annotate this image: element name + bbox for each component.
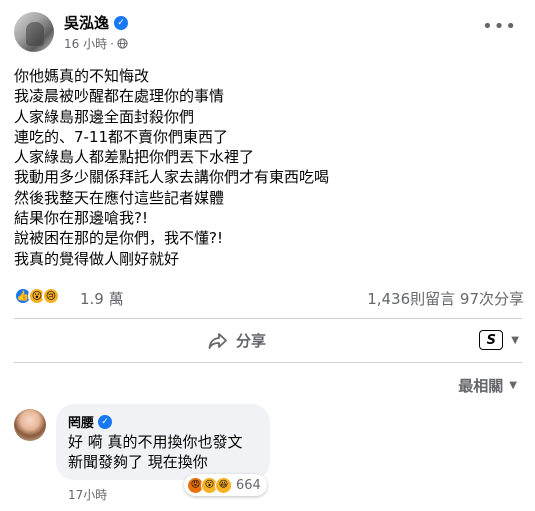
share-icon [208, 332, 227, 349]
post-body: 你他媽真的不知悔改 我凌晨被吵醒都在處理你的事情 人家綠島那邊全面封殺你們 連吃… [14, 66, 519, 269]
more-options-icon[interactable]: ••• [482, 18, 517, 36]
comment-time[interactable]: 17小時 [68, 486, 107, 503]
profile-badge-icon: S [479, 330, 504, 350]
meta-separator: · [110, 36, 114, 51]
globe-icon [117, 38, 128, 49]
post-header: 吳泓逸 ✓ 16 小時 · ••• [0, 0, 535, 60]
comment-author[interactable]: 罔腰 [68, 412, 94, 431]
post-line: 說被困在那的是你們，我不懂?! [14, 229, 223, 248]
post-line: 你他媽真的不知悔改 [14, 67, 150, 85]
reactions-row: 👍 😮 😢 1.9 萬 1,436則留言 97次分享 [14, 287, 524, 309]
post-line: 連吃的、7-11都不賣你們東西了 [14, 127, 229, 146]
caret-down-icon: ▼ [511, 334, 519, 346]
comment-bubble: 罔腰 ✓ 好 嗬 真的不用換你也發文 新聞發夠了 現在換你 [56, 404, 270, 480]
comment-author-row: 罔腰 ✓ [68, 412, 113, 431]
share-label: 分享 [236, 332, 267, 350]
action-bar: 分享 S ▼ [0, 318, 535, 362]
post-line: 我凌晨被吵醒都在處理你的事情 [14, 87, 225, 106]
comment-reaction-count: 664 [236, 477, 261, 493]
comment-text-line: 新聞發夠了 現在換你 [68, 453, 208, 471]
share-button[interactable]: 分享 [208, 330, 266, 351]
haha-icon: 😆 [215, 476, 232, 494]
author-avatar[interactable] [14, 12, 54, 52]
audience-selector-button[interactable]: S ▼ [479, 330, 519, 350]
post-time[interactable]: 16 小時 [64, 35, 107, 52]
reaction-count[interactable]: 1.9 萬 [80, 288, 124, 309]
post-meta: 16 小時 · [64, 35, 128, 52]
sad-icon: 😢 [42, 287, 60, 305]
comment-share-count[interactable]: 1,436則留言 97次分享 [367, 288, 524, 309]
commenter-avatar[interactable] [14, 409, 46, 441]
caret-down-icon: ▼ [509, 380, 517, 391]
reaction-icons[interactable]: 👍 😮 😢 [14, 287, 60, 305]
post-line: 人家綠島人都差點把你們丟下水裡了 [14, 148, 255, 167]
comment-text-line: 好 嗬 真的不用換你也發文 [68, 433, 243, 451]
post-line: 我真的覺得做人剛好就好 [14, 249, 180, 268]
author-name-row: 吳泓逸 ✓ [64, 12, 129, 33]
verified-badge-icon: ✓ [114, 15, 129, 30]
post-line: 然後我整天在應付這些記者媒體 [14, 188, 225, 207]
sort-label: 最相關 [458, 377, 504, 395]
post-line: 我動用多少關係拜託人家去講你們才有東西吃喝 [14, 168, 330, 187]
post-line: 人家綠島那邊全面封殺你們 [14, 107, 195, 126]
verified-badge-icon: ✓ [98, 414, 113, 429]
comment-reactions[interactable]: 😡 😮 😆 664 [184, 474, 267, 496]
post-line: 結果你在那邊嗆我?! [14, 209, 148, 228]
sort-comments-button[interactable]: 最相關 ▼ [458, 375, 517, 396]
divider [14, 362, 522, 363]
author-name[interactable]: 吳泓逸 [64, 12, 109, 33]
